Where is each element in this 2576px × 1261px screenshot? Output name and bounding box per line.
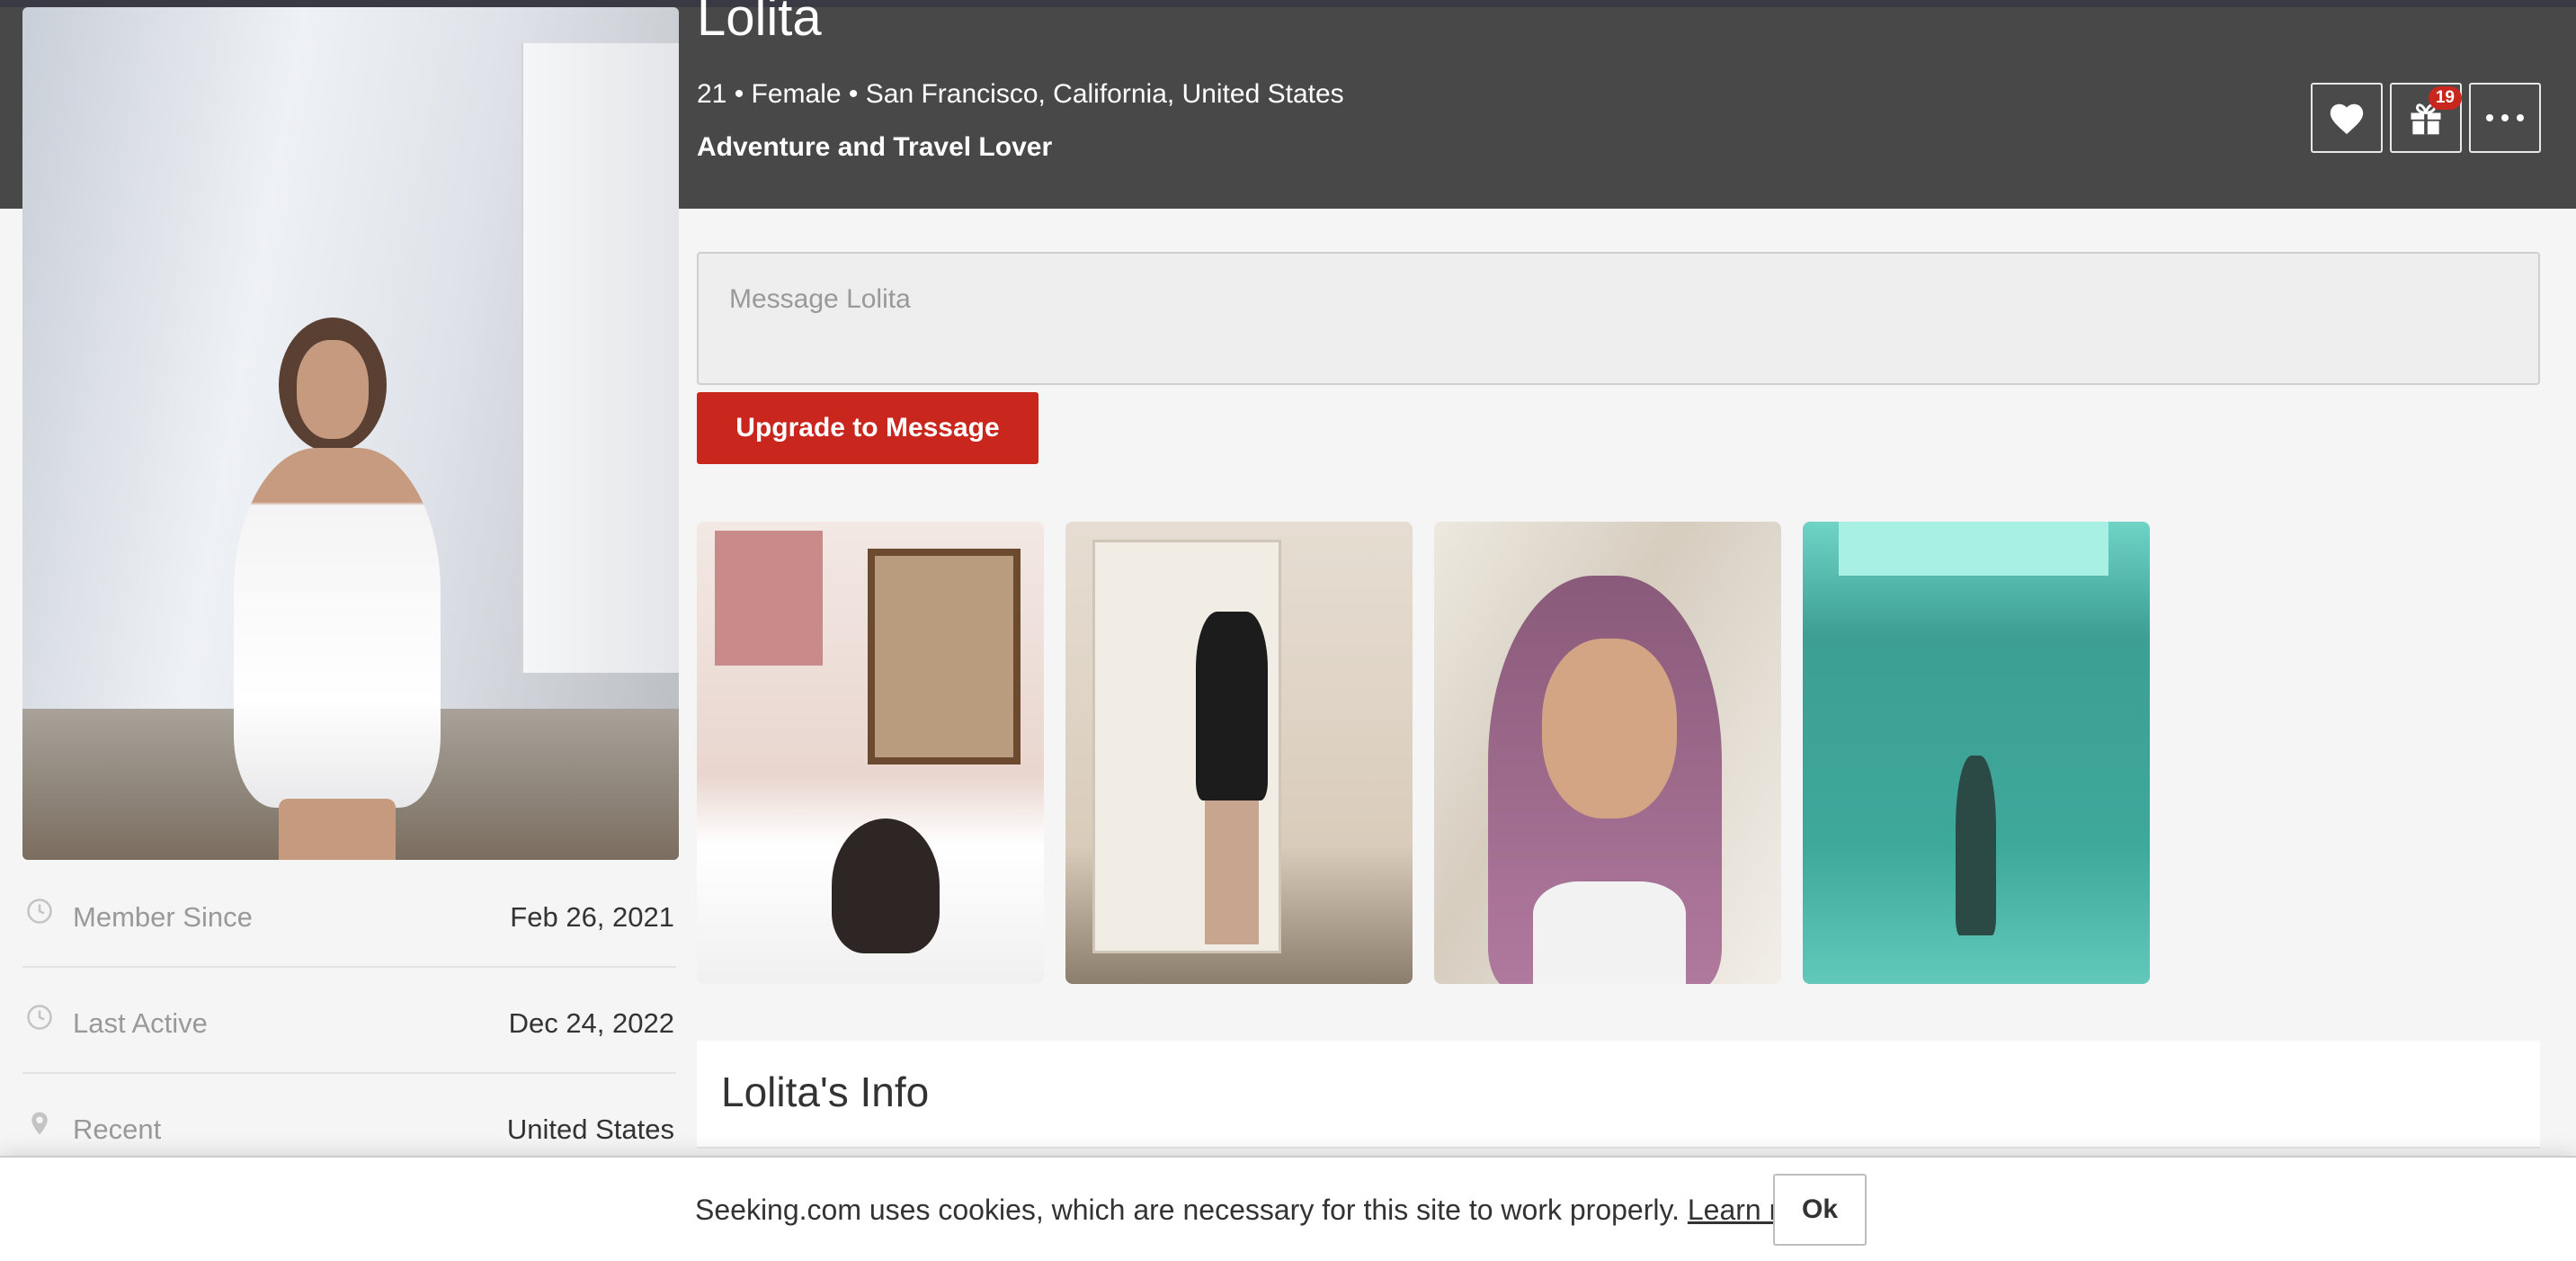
photo-figure-face <box>297 340 369 439</box>
stat-value: United States <box>506 1113 674 1145</box>
gallery-photo-4[interactable] <box>1803 522 2150 984</box>
photo-figure <box>832 818 940 953</box>
gallery-photo-3[interactable] <box>1434 522 1781 984</box>
photo-figure <box>1196 612 1268 800</box>
cookie-text: Seeking.com uses cookies, which are nece… <box>695 1194 1680 1226</box>
photo-figure-dress <box>234 448 441 808</box>
profile-meta: 21 • Female • San Francisco, California,… <box>697 79 1344 109</box>
more-dots-icon <box>2486 114 2524 121</box>
info-panel: Lolita's Info <box>697 1041 2540 1149</box>
favorite-button[interactable] <box>2311 83 2383 153</box>
photo-legs <box>1205 800 1259 944</box>
profile-name: Lolita <box>697 0 822 47</box>
gift-count-badge: 19 <box>2428 86 2462 110</box>
photo-wall <box>521 43 679 673</box>
more-options-button[interactable] <box>2469 83 2541 153</box>
gallery-photo-2[interactable] <box>1065 522 1413 984</box>
upgrade-to-message-button[interactable]: Upgrade to Message <box>697 392 1038 464</box>
clock-icon <box>27 899 52 924</box>
gallery-photo-1[interactable] <box>697 522 1044 984</box>
location-pin-icon <box>31 1112 48 1135</box>
stat-value: Feb 26, 2021 <box>510 901 674 933</box>
stat-member-since: Member Since Feb 26, 2021 <box>22 862 676 968</box>
stat-label: Recent <box>73 1113 162 1145</box>
photo-top <box>1533 881 1686 984</box>
message-input[interactable] <box>697 252 2540 385</box>
stat-last-active: Last Active Dec 24, 2022 <box>22 968 676 1074</box>
photo-frame <box>868 549 1021 765</box>
photo-ceiling-light <box>1839 522 2108 576</box>
photo-face <box>1542 639 1677 818</box>
profile-tagline: Adventure and Travel Lover <box>697 132 1053 162</box>
info-title: Lolita's Info <box>721 1069 930 1115</box>
gift-button[interactable]: 19 <box>2390 83 2462 153</box>
stat-value: Dec 24, 2022 <box>508 1007 674 1039</box>
main-profile-photo[interactable] <box>22 7 679 860</box>
photo-figure-legs <box>279 799 396 860</box>
stat-label: Last Active <box>73 1007 208 1039</box>
cookie-message: Seeking.com uses cookies, which are nece… <box>695 1194 1835 1227</box>
stat-label: Member Since <box>73 901 253 933</box>
photo-figure <box>1956 756 1996 935</box>
cookie-banner: Seeking.com uses cookies, which are nece… <box>0 1156 2576 1261</box>
heart-icon <box>2330 103 2364 135</box>
photo-cards <box>715 531 823 666</box>
cookie-ok-button[interactable]: Ok <box>1773 1174 1867 1246</box>
clock-icon <box>27 1005 52 1030</box>
